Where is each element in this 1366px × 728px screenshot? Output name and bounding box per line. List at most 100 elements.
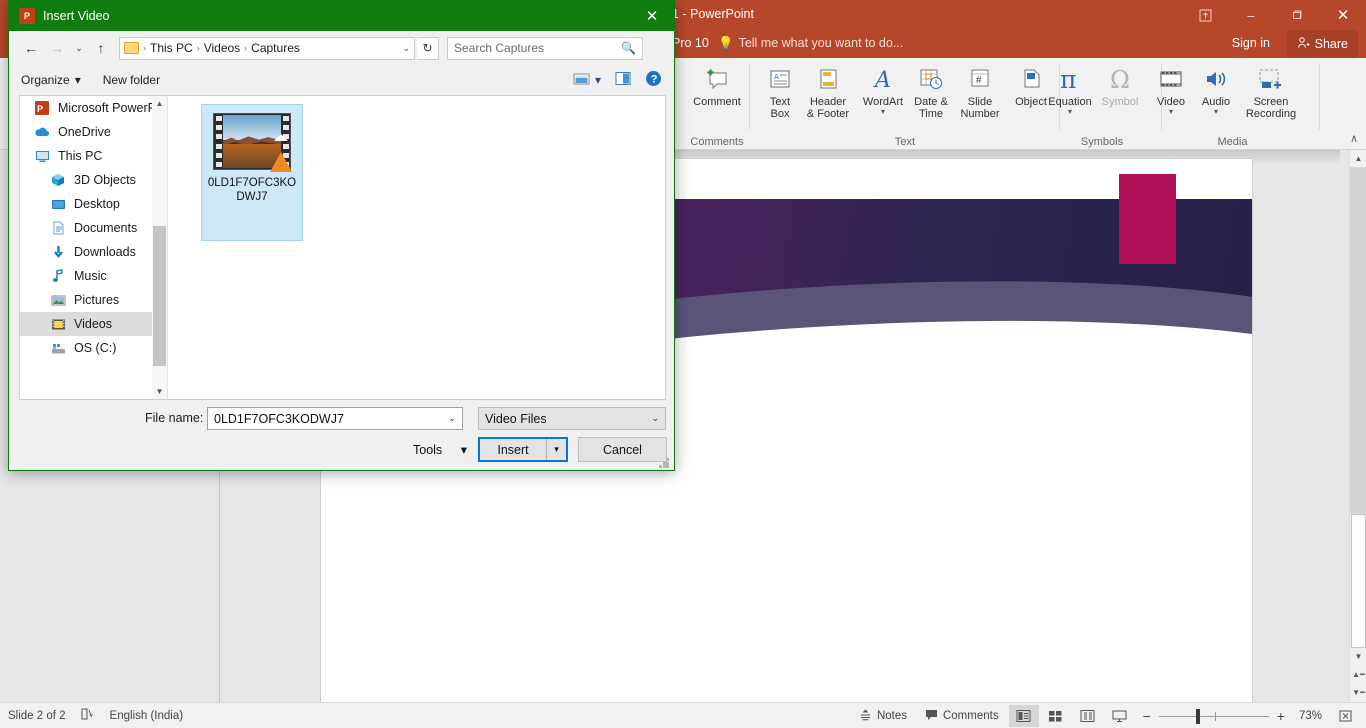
tree-item-onedrive[interactable]: OneDrive — [20, 120, 167, 144]
tree-item-music[interactable]: Music — [20, 264, 167, 288]
tree-scroll-thumb[interactable] — [153, 226, 166, 366]
spell-check-icon[interactable] — [80, 707, 96, 724]
share-button[interactable]: Share — [1287, 30, 1358, 58]
help-button[interactable]: ? — [645, 70, 662, 90]
minimize-button[interactable]: – — [1228, 0, 1274, 30]
file-type-select[interactable]: Video Files ⌄ — [478, 407, 666, 430]
resize-grip[interactable] — [659, 458, 670, 469]
fit-slide-to-window-button[interactable] — [1330, 705, 1360, 727]
next-slide-button[interactable]: ▼━ — [1350, 684, 1366, 701]
ribbon-button-header-footer[interactable]: Header& Footer — [802, 62, 854, 120]
file-list-item[interactable]: 0LD1F7OFC3KODWJ7 — [201, 104, 303, 241]
ribbon-button-text-box[interactable]: A TextBox — [754, 62, 806, 120]
comments-button[interactable]: Comments — [917, 704, 1007, 728]
chevron-down-icon[interactable]: ⌄ — [448, 413, 456, 424]
insert-button[interactable]: Insert ▾ — [478, 437, 568, 462]
recent-locations-button[interactable]: ⌄ — [71, 36, 87, 60]
window-controls: – ✕ — [1182, 0, 1366, 30]
search-placeholder: Search Captures — [454, 41, 544, 55]
tree-item-this-pc[interactable]: This PC — [20, 144, 167, 168]
tree-item-3d-objects[interactable]: 3D Objects — [20, 168, 167, 192]
ribbon-button-date-time[interactable]: Date &Time — [905, 62, 957, 120]
tree-item-downloads[interactable]: Downloads — [20, 240, 167, 264]
tree-scroll-down-button[interactable]: ▼ — [152, 384, 167, 399]
scroll-thumb[interactable] — [1351, 514, 1366, 648]
slide-accent-rectangle[interactable] — [1119, 174, 1176, 264]
cancel-button[interactable]: Cancel — [578, 437, 667, 462]
chevron-down-icon[interactable]: ▾ — [881, 108, 885, 116]
breadcrumb-item-captures[interactable]: Captures — [251, 41, 300, 55]
breadcrumb-separator: › — [244, 43, 247, 53]
tree-item-videos[interactable]: Videos — [20, 312, 167, 336]
zoom-out-button[interactable]: − — [1137, 708, 1157, 724]
insert-video-dialog[interactable]: P Insert Video ✕ ← → ⌄ ↑ › This PC › Vid… — [8, 0, 675, 471]
equation-pi-icon: π — [1055, 62, 1085, 96]
ribbon-button-equation[interactable]: π Equation ▾ — [1044, 62, 1096, 116]
ribbon-button-slide-number[interactable]: # SlideNumber — [954, 62, 1006, 120]
tree-item-label: Downloads — [74, 245, 136, 259]
notes-button[interactable]: Notes — [851, 704, 915, 728]
new-folder-button[interactable]: New folder — [103, 73, 160, 87]
normal-view-button[interactable] — [1009, 705, 1039, 727]
maximize-button[interactable] — [1274, 0, 1320, 30]
ribbon-button-audio[interactable]: Audio ▾ — [1190, 62, 1242, 116]
film-perforations-left — [214, 114, 223, 169]
change-view-button[interactable]: ▾ — [573, 72, 601, 89]
zoom-slider-handle[interactable] — [1196, 709, 1200, 724]
chevron-down-icon[interactable]: ▾ — [1169, 108, 1173, 116]
preview-pane-button[interactable] — [615, 71, 631, 89]
previous-slide-button[interactable]: ▲━ — [1350, 666, 1366, 683]
tree-scroll-up-button[interactable]: ▲ — [152, 96, 167, 111]
chevron-down-icon[interactable]: ▾ — [1214, 108, 1218, 116]
tree-item-pictures[interactable]: Pictures — [20, 288, 167, 312]
tree-item-desktop[interactable]: Desktop — [20, 192, 167, 216]
ribbon-display-options-button[interactable] — [1182, 0, 1228, 30]
tree-item-label: OneDrive — [58, 125, 111, 139]
chevron-down-icon[interactable]: ⌄ — [402, 43, 410, 54]
tree-item-os-c[interactable]: OS (C:) — [20, 336, 167, 360]
up-button[interactable]: ↑ — [89, 36, 113, 60]
scroll-up-button[interactable]: ▲ — [1350, 150, 1366, 167]
vertical-scrollbar[interactable]: ▲ ▼ ▲━ ▼━ — [1349, 150, 1366, 702]
breadcrumb-item-videos[interactable]: Videos — [204, 41, 240, 55]
breadcrumb[interactable]: › This PC › Videos › Captures ⌄ — [119, 37, 415, 60]
close-button[interactable]: ✕ — [1320, 0, 1366, 30]
scroll-track-upper[interactable] — [1350, 167, 1366, 514]
slide-counter[interactable]: Slide 2 of 2 — [8, 710, 66, 722]
dialog-close-button[interactable]: ✕ — [630, 1, 674, 31]
forward-button[interactable]: → — [45, 36, 69, 60]
breadcrumb-item-this-pc[interactable]: This PC — [150, 41, 193, 55]
tree-item-documents[interactable]: Documents — [20, 216, 167, 240]
sign-in-button[interactable]: Sign in — [1232, 36, 1270, 50]
tab-pro10[interactable]: Pro 10 — [672, 36, 709, 50]
tools-button[interactable]: Tools ▾ — [407, 438, 473, 461]
zoom-slider[interactable] — [1159, 705, 1269, 727]
ribbon-button-wordart[interactable]: A WordArt ▾ — [857, 62, 909, 116]
back-button[interactable]: ← — [19, 36, 43, 60]
language-indicator[interactable]: English (India) — [110, 710, 184, 722]
slideshow-view-button[interactable] — [1105, 705, 1135, 727]
insert-dropdown-button[interactable]: ▾ — [546, 439, 566, 460]
chevron-down-icon[interactable]: ⌄ — [651, 413, 659, 424]
search-input[interactable]: Search Captures 🔍 — [447, 37, 643, 60]
file-name-input[interactable]: 0LD1F7OFC3KODWJ7 ⌄ — [207, 407, 463, 430]
tree-scrollbar[interactable]: ▲ ▼ — [152, 96, 167, 399]
slide-sorter-view-button[interactable] — [1041, 705, 1071, 727]
zoom-in-button[interactable]: + — [1271, 708, 1291, 724]
ribbon-group-title: Media — [1145, 136, 1320, 148]
zoom-level-label[interactable]: 73% — [1293, 710, 1328, 722]
ribbon-button-comment[interactable]: Comment — [691, 62, 743, 108]
organize-button[interactable]: Organize ▾ — [21, 73, 81, 87]
chevron-down-icon[interactable]: ▾ — [1068, 108, 1072, 116]
ribbon-button-screen-recording[interactable]: ScreenRecording — [1238, 62, 1304, 120]
file-list[interactable]: 0LD1F7OFC3KODWJ7 — [168, 96, 665, 399]
reading-view-button[interactable] — [1073, 705, 1103, 727]
tree-item-label: Music — [74, 269, 107, 283]
collapse-ribbon-button[interactable]: ∧ — [1350, 132, 1358, 145]
share-label: Share — [1315, 37, 1348, 51]
navigation-tree[interactable]: P Microsoft PowerP OneDrive This PC — [20, 96, 168, 399]
refresh-button[interactable]: ↻ — [417, 37, 439, 60]
tell-me-search[interactable]: 💡Tell me what you want to do... — [718, 36, 903, 51]
scroll-down-button[interactable]: ▼ — [1350, 648, 1366, 665]
tree-item-microsoft-powerpoint[interactable]: P Microsoft PowerP — [20, 96, 167, 120]
